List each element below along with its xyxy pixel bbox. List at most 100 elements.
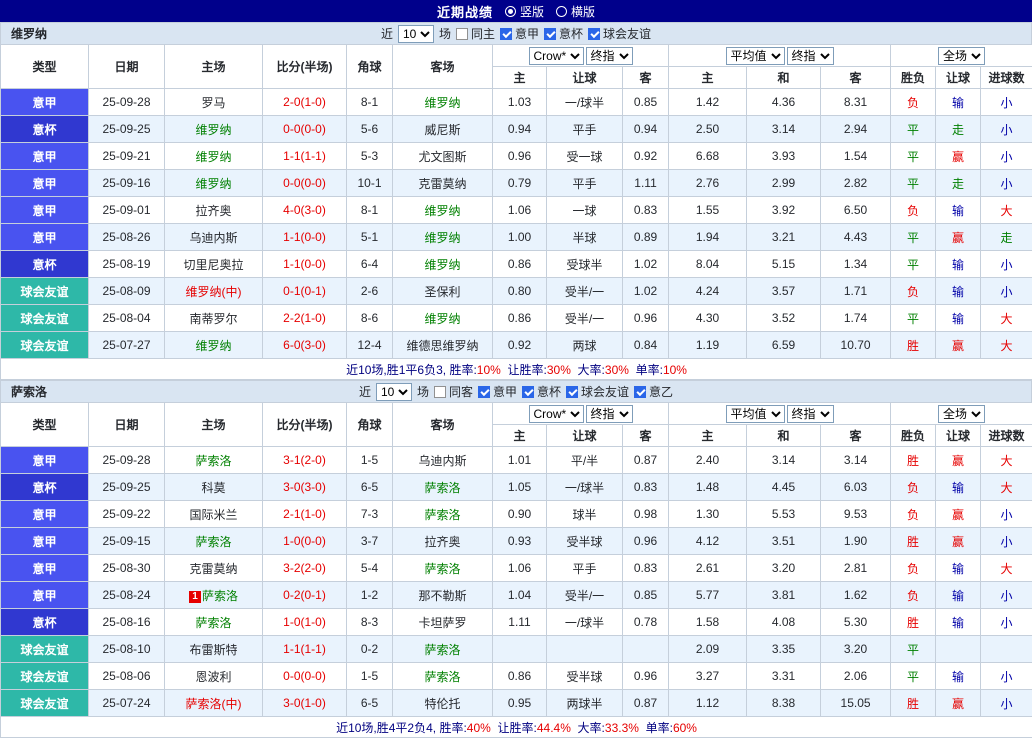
- avg-draw-odds: 3.92: [747, 197, 821, 224]
- match-score: 1-1(0-0): [263, 224, 347, 251]
- filter-checkbox[interactable]: 意乙: [634, 383, 673, 400]
- corners: 1-2: [347, 582, 393, 609]
- odds-col-header: 胜负: [891, 67, 936, 89]
- filter-checkbox[interactable]: 意杯: [544, 25, 583, 42]
- result-wdl: 胜: [891, 528, 936, 555]
- odds-group-header: 全场: [891, 45, 1032, 67]
- corners: 8-3: [347, 609, 393, 636]
- home-team: 维罗纳: [165, 332, 263, 359]
- avg-draw-odds: 3.31: [747, 663, 821, 690]
- filter-controls: 近10场同客意甲意杯球会友谊意乙: [359, 383, 673, 401]
- home-team: 乌迪内斯: [165, 224, 263, 251]
- crown-home-odds: 1.06: [493, 197, 547, 224]
- match-row: 意杯25-09-25维罗纳0-0(0-0)5-6威尼斯0.94平手0.942.5…: [1, 116, 1032, 143]
- odds-source-select[interactable]: Crow*: [529, 405, 584, 423]
- filter-checkbox[interactable]: 球会友谊: [566, 383, 629, 400]
- team-name: 维罗纳: [11, 25, 47, 42]
- avg-away-odds: 4.43: [821, 224, 891, 251]
- crown-home-odds: 1.06: [493, 555, 547, 582]
- result-goals: 大: [981, 332, 1032, 359]
- odds-source-select[interactable]: 终指: [586, 47, 633, 65]
- odds-source-select[interactable]: 全场: [938, 47, 985, 65]
- match-row: 意甲25-08-241萨索洛0-2(0-1)1-2那不勒斯1.04受半/一0.8…: [1, 582, 1032, 609]
- filter-checkbox[interactable]: 同客: [434, 383, 473, 400]
- away-team: 那不勒斯: [393, 582, 493, 609]
- result-handicap: 输: [936, 474, 981, 501]
- recent-count-select[interactable]: 10: [398, 25, 434, 43]
- result-wdl: 负: [891, 555, 936, 582]
- match-date: 25-08-24: [89, 582, 165, 609]
- match-date: 25-09-01: [89, 197, 165, 224]
- match-date: 25-08-09: [89, 278, 165, 305]
- avg-away-odds: 9.53: [821, 501, 891, 528]
- home-team: 1萨索洛: [165, 582, 263, 609]
- team-name: 萨索洛: [11, 383, 47, 400]
- odds-source-select[interactable]: 平均值: [726, 405, 785, 423]
- summary-segment: 60%: [673, 721, 697, 735]
- away-team: 特伦托: [393, 690, 493, 717]
- match-score: 2-0(1-0): [263, 89, 347, 116]
- avg-away-odds: 3.20: [821, 636, 891, 663]
- result-handicap: 输: [936, 663, 981, 690]
- summary-row: 近10场,胜1平6负3, 胜率:10% 让胜率:30% 大率:30% 单率:10…: [1, 359, 1032, 380]
- filter-checkbox[interactable]: 同主: [456, 25, 495, 42]
- match-score: 1-1(1-1): [263, 143, 347, 170]
- match-score: 0-2(0-1): [263, 582, 347, 609]
- games-label: 场: [439, 25, 451, 42]
- layout-radio-horizontal[interactable]: 横版: [556, 3, 595, 20]
- odds-source-select[interactable]: 终指: [586, 405, 633, 423]
- match-score: 0-0(0-0): [263, 116, 347, 143]
- team-section: 萨索洛近10场同客意甲意杯球会友谊意乙类型日期主场比分(半场)角球客场Crow*…: [0, 380, 1032, 738]
- filter-checkbox[interactable]: 意甲: [500, 25, 539, 42]
- layout-radio-vertical[interactable]: 竖版: [505, 3, 544, 20]
- crown-away-odds: 0.83: [623, 197, 669, 224]
- match-date: 25-09-25: [89, 474, 165, 501]
- crown-away-odds: 0.87: [623, 690, 669, 717]
- radio-icon: [505, 6, 516, 17]
- checkbox-icon: [434, 386, 446, 398]
- home-team: 萨索洛: [165, 528, 263, 555]
- crown-home-odds: 0.96: [493, 143, 547, 170]
- filter-checkbox[interactable]: 意甲: [478, 383, 517, 400]
- filter-checkbox[interactable]: 意杯: [522, 383, 561, 400]
- odds-source-select[interactable]: 全场: [938, 405, 985, 423]
- league-badge: 意甲: [1, 582, 89, 609]
- match-score: 1-1(1-1): [263, 636, 347, 663]
- odds-source-select[interactable]: 平均值: [726, 47, 785, 65]
- col-header: 比分(半场): [263, 45, 347, 89]
- crown-home-odds: 0.80: [493, 278, 547, 305]
- league-badge: 意甲: [1, 170, 89, 197]
- avg-home-odds: 5.77: [669, 582, 747, 609]
- radio-label: 横版: [571, 3, 595, 20]
- odds-source-select[interactable]: 终指: [787, 405, 834, 423]
- odds-source-select[interactable]: 终指: [787, 47, 834, 65]
- avg-away-odds: 1.90: [821, 528, 891, 555]
- odds-group-header: 平均值终指: [669, 45, 891, 67]
- crown-home-odds: [493, 636, 547, 663]
- crown-home-odds: 1.00: [493, 224, 547, 251]
- recent-count-select[interactable]: 10: [376, 383, 412, 401]
- checkbox-icon: [522, 386, 534, 398]
- odds-source-select[interactable]: Crow*: [529, 47, 584, 65]
- result-wdl: 平: [891, 251, 936, 278]
- filter-checkbox[interactable]: 球会友谊: [588, 25, 651, 42]
- crown-away-odds: 1.02: [623, 278, 669, 305]
- result-wdl: 胜: [891, 447, 936, 474]
- league-badge: 意甲: [1, 197, 89, 224]
- summary-segment: 让胜率:: [491, 721, 537, 735]
- summary-segment: 让胜率:: [501, 363, 547, 377]
- match-score: 6-0(3-0): [263, 332, 347, 359]
- match-row: 球会友谊25-07-24萨索洛(中)3-0(1-0)6-5特伦托0.95两球半0…: [1, 690, 1032, 717]
- odds-group-header: Crow*终指: [493, 403, 669, 425]
- league-badge: 意甲: [1, 89, 89, 116]
- league-badge: 意甲: [1, 447, 89, 474]
- match-row: 球会友谊25-08-06恩波利0-0(0-0)1-5萨索洛0.86受半球0.96…: [1, 663, 1032, 690]
- match-row: 意甲25-09-28罗马2-0(1-0)8-1维罗纳1.03一/球半0.851.…: [1, 89, 1032, 116]
- result-handicap: 赢: [936, 224, 981, 251]
- match-score: 3-0(3-0): [263, 474, 347, 501]
- league-badge: 球会友谊: [1, 332, 89, 359]
- avg-draw-odds: 4.45: [747, 474, 821, 501]
- result-handicap: 输: [936, 555, 981, 582]
- games-label: 场: [417, 383, 429, 400]
- avg-home-odds: 2.61: [669, 555, 747, 582]
